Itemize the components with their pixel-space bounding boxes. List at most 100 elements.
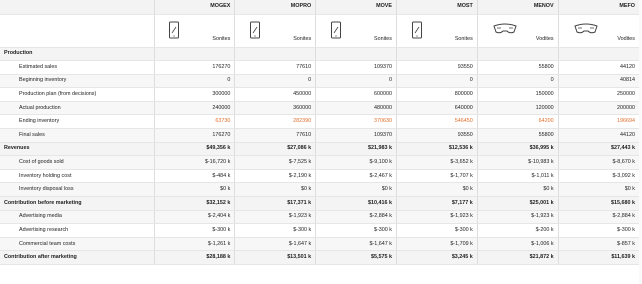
segment-label: Vodites [617,36,635,43]
value-cell: $-10,983 k [476,155,559,170]
value-cell: $-8,670 k [557,155,639,170]
value-cell: $7,177 k [395,196,478,211]
value-cell: 0 [395,74,478,89]
value-cell: $-300 k [234,223,316,238]
value-cell: $-2,190 k [234,169,316,184]
value-cell: 546450 [395,114,478,130]
value-cell: 44120 [557,60,639,75]
value-cell: $-1,709 k [395,237,478,252]
goggles-icon [492,21,518,38]
value-cell: 150000 [476,87,559,102]
value-cell [557,47,639,62]
value-cell: $0 k [315,182,397,198]
value-cell: 300000 [153,87,235,102]
value-cell: 40814 [557,74,639,89]
value-cell: 0 [315,74,397,89]
value-cell: 93550 [395,60,478,75]
section-row: Revenues $49,356 k $27,086 k $21,983 k $12,5… [0,142,639,157]
value-cell: $21,983 k [315,142,397,157]
value-cell: $-3,652 k [395,155,478,170]
metric-label: Production plan (from decisions) [0,87,155,102]
value-cell: 196694 [557,114,639,130]
product-cell: Sonites [395,14,478,48]
value-cell: $49,356 k [153,142,235,157]
value-cell: 200000 [557,101,639,116]
section-label: Revenues [0,142,155,157]
metric-row: Actual production 240000 360000 480000 64000… [0,101,639,116]
value-cell: $-7,525 k [234,155,316,170]
value-cell: $17,371 k [234,196,316,211]
metric-row: Advertising research $-300 k $-300 k $-300 … [0,223,639,238]
value-cell: $-3,092 k [557,169,639,184]
value-cell [153,47,235,62]
value-cell: 800000 [395,87,478,102]
metric-label: Actual production [0,101,155,116]
value-cell: $0 k [234,182,316,198]
value-cell: $-484 k [153,169,235,184]
product-report-table: MOGEX MOPRO MOVE MOST MENOV MEFO Sonites [0,0,639,265]
metric-row: Inventory disposal loss $0 k $0 k $0 k $0 k $… [0,182,639,198]
metric-label: Beginning inventory [0,74,155,89]
metric-label: Inventory holding cost [0,169,155,184]
value-cell: $-1,923 k [395,210,478,225]
segment-label: Sonites [454,36,473,43]
value-cell: 109370 [315,60,397,75]
value-cell: 77610 [234,128,316,143]
phone-icon [168,21,180,42]
value-cell: 109370 [315,128,397,143]
metric-row: Commercial team costs $-1,261 k $-1,647 k $… [0,237,639,252]
value-cell: 176270 [153,60,235,75]
value-cell: 55800 [476,60,559,75]
value-cell: $3,245 k [395,250,478,265]
value-cell: 120000 [476,101,559,116]
value-cell: $11,639 k [557,250,639,265]
product-name-header: MOST [395,0,478,15]
product-cell: Vodites [476,14,559,48]
value-cell: $-300 k [153,223,235,238]
product-name-header: MOGEX [153,0,235,15]
value-cell: 600000 [315,87,397,102]
phone-icon [411,21,423,42]
value-cell: 55800 [476,128,559,143]
value-cell: $-857 k [557,237,639,252]
product-cell: Sonites [153,14,235,48]
value-cell: 640000 [395,101,478,116]
value-cell: $-300 k [557,223,639,238]
header-corner [0,0,155,15]
value-cell: 0 [153,74,235,89]
value-cell: $13,501 k [234,250,316,265]
product-name-header: MENOV [476,0,559,15]
metric-row: Advertising media $-2,404 k $-1,923 k $-2,8… [0,210,639,225]
value-cell: $-1,011 k [476,169,559,184]
segment-label: Vodites [535,36,554,43]
value-cell: $5,575 k [315,250,397,265]
metric-label: Advertising research [0,223,155,238]
value-cell: $-1,923 k [476,210,559,225]
product-cell: Sonites [315,14,397,48]
product-cell: Vodites [557,14,639,48]
value-cell: 450000 [234,87,316,102]
value-cell: 370630 [315,114,397,130]
goggles-icon [573,21,599,38]
value-cell: $-9,100 k [315,155,397,170]
metric-row: Inventory holding cost $-484 k $-2,190 k $-… [0,169,639,184]
metric-row: Ending inventory 63730 282390 370630 546450 6… [0,114,639,130]
value-cell: $28,188 k [153,250,235,265]
value-cell: $25,001 k [476,196,559,211]
value-cell: $-300 k [315,223,397,238]
value-cell: $-2,884 k [315,210,397,225]
metric-label: Estimated sales [0,60,155,75]
marketing-report-panel: MOGEX MOPRO MOVE MOST MENOV MEFO Sonites [0,0,642,284]
metric-row: Final sales 176270 77610 109370 93550 55800 44… [0,128,639,143]
product-name-header: MOVE [315,0,397,15]
value-cell: 360000 [234,101,316,116]
value-cell: $15,680 k [557,196,639,211]
value-cell: $-1,647 k [234,237,316,252]
value-cell: $-1,923 k [234,210,316,225]
metric-row: Cost of goods sold $-16,720 k $-7,525 k $-9… [0,155,639,170]
product-name-header: MEFO [557,0,639,15]
value-cell: $-2,404 k [153,210,235,225]
value-cell: $-200 k [476,223,559,238]
value-cell: 240000 [153,101,235,116]
section-row: Contribution before marketing $32,152 k $1… [0,196,639,211]
